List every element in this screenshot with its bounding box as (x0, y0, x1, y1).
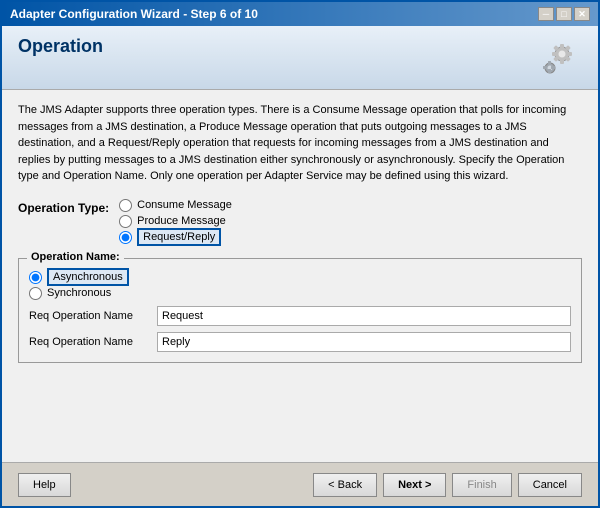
req-op-name-input-1[interactable] (157, 306, 571, 326)
gear-icon (532, 36, 582, 81)
maximize-button[interactable]: □ (556, 7, 572, 21)
async-label: Asynchronous (47, 271, 129, 283)
produce-radio[interactable] (119, 215, 132, 228)
radio-requestreply[interactable]: Request/Reply (119, 231, 232, 244)
operation-type-row: Operation Type: Consume Message Produce … (18, 199, 582, 244)
requestreply-radio[interactable] (119, 231, 132, 244)
radio-produce[interactable]: Produce Message (119, 215, 232, 228)
req-op-name-input-2[interactable] (157, 332, 571, 352)
content-area: The JMS Adapter supports three operation… (2, 90, 598, 462)
title-bar-buttons: ─ □ ✕ (538, 7, 590, 21)
produce-label: Produce Message (137, 215, 226, 227)
footer-left: Help (18, 473, 71, 497)
minimize-button[interactable]: ─ (538, 7, 554, 21)
finish-button[interactable]: Finish (452, 473, 511, 497)
req-op-name-label-1: Req Operation Name (29, 310, 149, 322)
operation-type-label: Operation Type: (18, 199, 109, 215)
footer: Help < Back Next > Finish Cancel (2, 462, 598, 506)
operation-name-group: Operation Name: Asynchronous Synchronous… (18, 258, 582, 363)
header-area: Operation (2, 26, 598, 90)
async-radio[interactable] (29, 271, 42, 284)
window-title: Adapter Configuration Wizard - Step 6 of… (10, 7, 258, 21)
description-text: The JMS Adapter supports three operation… (18, 102, 582, 185)
radio-consume[interactable]: Consume Message (119, 199, 232, 212)
sync-label: Synchronous (47, 287, 111, 299)
consume-radio[interactable] (119, 199, 132, 212)
next-button[interactable]: Next > (383, 473, 446, 497)
wizard-window: Adapter Configuration Wizard - Step 6 of… (0, 0, 600, 508)
req-op-name-row-2: Req Operation Name (29, 332, 571, 352)
footer-right: < Back Next > Finish Cancel (313, 473, 582, 497)
operation-type-radio-group: Consume Message Produce Message Request/… (119, 199, 232, 244)
sync-radio[interactable] (29, 287, 42, 300)
consume-label: Consume Message (137, 199, 232, 211)
back-button[interactable]: < Back (313, 473, 377, 497)
operation-name-legend: Operation Name: (27, 251, 124, 263)
title-bar: Adapter Configuration Wizard - Step 6 of… (2, 2, 598, 26)
cancel-button[interactable]: Cancel (518, 473, 582, 497)
help-button[interactable]: Help (18, 473, 71, 497)
page-title: Operation (18, 36, 103, 57)
close-button[interactable]: ✕ (574, 7, 590, 21)
op-name-radios: Asynchronous Synchronous (29, 271, 571, 300)
radio-async[interactable]: Asynchronous (29, 271, 571, 284)
req-op-name-label-2: Req Operation Name (29, 336, 149, 348)
radio-sync[interactable]: Synchronous (29, 287, 571, 300)
requestreply-label: Request/Reply (137, 231, 221, 243)
req-op-name-row-1: Req Operation Name (29, 306, 571, 326)
